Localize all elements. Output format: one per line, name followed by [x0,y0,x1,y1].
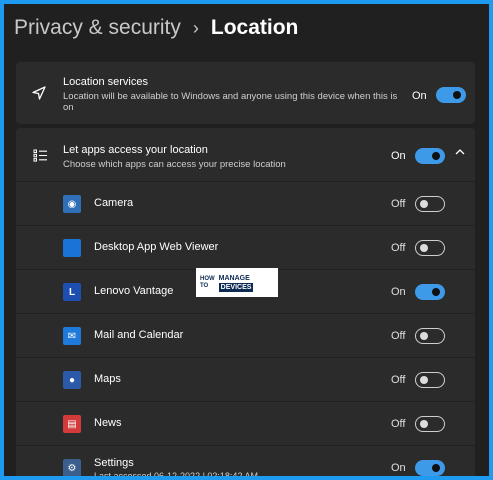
page-title: Location [210,16,299,39]
app-state: Off [391,198,406,210]
app-name: Camera [94,197,134,209]
watermark-line3: MANAGE [218,274,250,282]
desktop-app-web-viewer-icon [63,239,81,257]
maps-icon: ● [63,371,81,389]
let-apps-access-card: Let apps access your location Choose whi… [16,128,475,476]
let-apps-access-toggle[interactable] [415,148,445,164]
app-name: Mail and Calendar [94,329,184,341]
news-icon: ▤ [63,415,81,433]
let-apps-access-description: Choose which apps can access your precis… [63,159,286,170]
breadcrumb-parent-link[interactable]: Privacy & security [14,16,181,40]
toggle-knob [432,288,440,296]
app-row[interactable]: ◉ Camera Off [16,181,475,226]
app-state: Off [391,330,406,342]
let-apps-access-title: Let apps access your location [63,144,208,156]
app-location-toggle[interactable] [415,284,445,300]
breadcrumb-separator-icon: › [192,17,199,38]
toggle-knob [419,375,428,384]
watermark-left: HOW TO [200,276,215,290]
toggle-knob [419,419,428,428]
watermark-right: MANAGE DEVICES [218,274,254,292]
list-icon [32,147,48,163]
app-name: Lenovo Vantage [94,285,174,297]
chevron-up-icon[interactable] [454,146,466,161]
navigation-arrow-icon [30,84,48,102]
app-row[interactable]: ✉ Mail and Calendar Off [16,313,475,358]
settings-gear-icon: ⚙ [63,459,81,476]
breadcrumb: Privacy & security › Location [14,14,298,42]
app-state: On [391,462,406,474]
app-location-toggle[interactable] [415,196,445,212]
toggle-knob [432,152,440,160]
app-location-toggle[interactable] [415,328,445,344]
app-state: Off [391,374,406,386]
app-location-toggle[interactable] [415,416,445,432]
location-services-row[interactable]: Location services Location will be avail… [16,62,475,124]
app-state: Off [391,242,406,254]
app-name: Maps [94,373,121,385]
app-state: On [391,286,406,298]
let-apps-access-row[interactable]: Let apps access your location Choose whi… [16,128,475,181]
location-services-state: On [412,90,427,102]
app-location-toggle[interactable] [415,372,445,388]
app-location-toggle[interactable] [415,460,445,476]
app-name: Desktop App Web Viewer [94,241,219,253]
watermark-line4: DEVICES [218,282,254,292]
watermark-line2: TO [200,282,209,289]
location-services-title: Location services [63,76,148,88]
howto-manage-devices-watermark-logo: HOW TO MANAGE DEVICES [196,268,278,297]
app-state: Off [391,418,406,430]
mail-calendar-icon: ✉ [63,327,81,345]
app-row[interactable]: ⚙ Settings Last accessed 06-12-2022 | 02:1… [16,445,475,476]
app-name: News [94,417,122,429]
location-services-description: Location will be available to Windows an… [63,91,398,113]
app-row[interactable]: Desktop App Web Viewer Off [16,225,475,270]
toggle-knob [432,464,440,472]
toggle-knob [419,331,428,340]
location-services-card: Location services Location will be avail… [16,62,475,124]
app-last-accessed: Last accessed 06-12-2022 | 02:18:42 AM [94,471,258,476]
lenovo-vantage-icon: L [63,283,81,301]
app-name: Settings [94,457,134,469]
app-row[interactable]: ● Maps Off [16,357,475,402]
camera-app-icon: ◉ [63,195,81,213]
watermark-line1: HOW [200,275,215,282]
app-row[interactable]: ▤ News Off [16,401,475,446]
let-apps-access-state: On [391,150,406,162]
app-location-toggle[interactable] [415,240,445,256]
toggle-knob [453,91,461,99]
toggle-knob [419,199,428,208]
toggle-knob [419,243,428,252]
location-services-toggle[interactable] [436,87,466,103]
settings-window: Privacy & security › Location Location s… [4,4,489,476]
